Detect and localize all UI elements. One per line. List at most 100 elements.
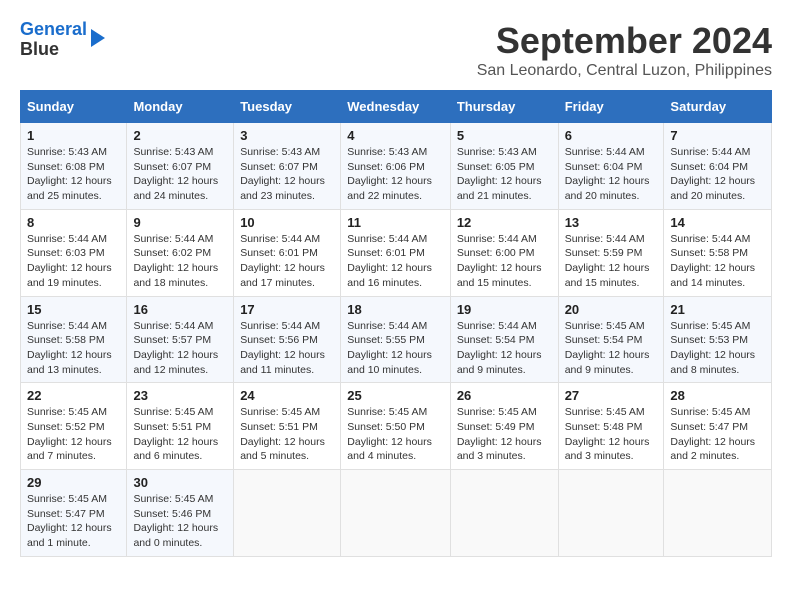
day-number: 14 — [670, 215, 765, 230]
calendar-day: 12 Sunrise: 5:44 AM Sunset: 6:00 PM Dayli… — [450, 209, 558, 296]
day-number: 20 — [565, 302, 658, 317]
logo-arrow-icon — [91, 29, 105, 47]
day-info: Sunrise: 5:44 AM Sunset: 6:04 PM Dayligh… — [565, 146, 650, 202]
day-number: 4 — [347, 128, 444, 143]
day-number: 18 — [347, 302, 444, 317]
calendar-day: 29 Sunrise: 5:45 AM Sunset: 5:47 PM Dayli… — [21, 470, 127, 557]
day-number: 1 — [27, 128, 120, 143]
page-header: GeneralBlue September 2024 San Leonardo,… — [20, 20, 772, 80]
header-sunday: Sunday — [21, 91, 127, 123]
calendar-day: 27 Sunrise: 5:45 AM Sunset: 5:48 PM Dayli… — [558, 383, 664, 470]
calendar-day: 5 Sunrise: 5:43 AM Sunset: 6:05 PM Daylig… — [450, 123, 558, 210]
day-info: Sunrise: 5:45 AM Sunset: 5:51 PM Dayligh… — [133, 406, 218, 462]
day-number: 16 — [133, 302, 227, 317]
day-info: Sunrise: 5:44 AM Sunset: 5:54 PM Dayligh… — [457, 320, 542, 376]
header-wednesday: Wednesday — [341, 91, 451, 123]
calendar-day: 28 Sunrise: 5:45 AM Sunset: 5:47 PM Dayli… — [664, 383, 772, 470]
day-info: Sunrise: 5:44 AM Sunset: 6:01 PM Dayligh… — [347, 233, 432, 289]
day-number: 2 — [133, 128, 227, 143]
day-number: 17 — [240, 302, 334, 317]
day-number: 13 — [565, 215, 658, 230]
calendar-day: 10 Sunrise: 5:44 AM Sunset: 6:01 PM Dayli… — [234, 209, 341, 296]
day-number: 12 — [457, 215, 552, 230]
day-info: Sunrise: 5:43 AM Sunset: 6:07 PM Dayligh… — [133, 146, 218, 202]
month-title: September 2024 — [477, 20, 772, 62]
day-number: 7 — [670, 128, 765, 143]
calendar-day: 17 Sunrise: 5:44 AM Sunset: 5:56 PM Dayli… — [234, 296, 341, 383]
day-info: Sunrise: 5:44 AM Sunset: 6:03 PM Dayligh… — [27, 233, 112, 289]
calendar-day: 26Sunrise: 5:45 AM Sunset: 5:49 PM Dayli… — [450, 383, 558, 470]
day-info: Sunrise: 5:44 AM Sunset: 5:58 PM Dayligh… — [27, 320, 112, 376]
calendar-day: 16 Sunrise: 5:44 AM Sunset: 5:57 PM Dayli… — [127, 296, 234, 383]
day-number: 9 — [133, 215, 227, 230]
day-info: Sunrise: 5:44 AM Sunset: 5:57 PM Dayligh… — [133, 320, 218, 376]
calendar-day: 21Sunrise: 5:45 AM Sunset: 5:53 PM Dayli… — [664, 296, 772, 383]
day-number: 23 — [133, 388, 227, 403]
day-info: Sunrise: 5:45 AM Sunset: 5:46 PM Dayligh… — [133, 493, 218, 549]
calendar-day: 9 Sunrise: 5:44 AM Sunset: 6:02 PM Daylig… — [127, 209, 234, 296]
calendar-day: 1Sunrise: 5:43 AM Sunset: 6:08 PM Daylig… — [21, 123, 127, 210]
calendar-day: 23 Sunrise: 5:45 AM Sunset: 5:51 PM Dayli… — [127, 383, 234, 470]
calendar-week-row: 8 Sunrise: 5:44 AM Sunset: 6:03 PM Daylig… — [21, 209, 772, 296]
calendar-day: 11 Sunrise: 5:44 AM Sunset: 6:01 PM Dayli… — [341, 209, 451, 296]
day-number: 22 — [27, 388, 120, 403]
header-thursday: Thursday — [450, 91, 558, 123]
day-number: 25 — [347, 388, 444, 403]
calendar-empty — [664, 470, 772, 557]
day-info: Sunrise: 5:45 AM Sunset: 5:51 PM Dayligh… — [240, 406, 325, 462]
day-info: Sunrise: 5:44 AM Sunset: 5:59 PM Dayligh… — [565, 233, 650, 289]
calendar-day: 3 Sunrise: 5:43 AM Sunset: 6:07 PM Daylig… — [234, 123, 341, 210]
day-info: Sunrise: 5:45 AM Sunset: 5:49 PM Dayligh… — [457, 406, 542, 462]
day-info: Sunrise: 5:44 AM Sunset: 6:01 PM Dayligh… — [240, 233, 325, 289]
day-info: Sunrise: 5:45 AM Sunset: 5:50 PM Dayligh… — [347, 406, 432, 462]
day-info: Sunrise: 5:43 AM Sunset: 6:05 PM Dayligh… — [457, 146, 542, 202]
day-info: Sunrise: 5:44 AM Sunset: 6:00 PM Dayligh… — [457, 233, 542, 289]
title-block: September 2024 San Leonardo, Central Luz… — [477, 20, 772, 80]
calendar-day: 13 Sunrise: 5:44 AM Sunset: 5:59 PM Dayli… — [558, 209, 664, 296]
header-tuesday: Tuesday — [234, 91, 341, 123]
day-number: 24 — [240, 388, 334, 403]
logo: GeneralBlue — [20, 20, 105, 60]
day-info: Sunrise: 5:45 AM Sunset: 5:47 PM Dayligh… — [27, 493, 112, 549]
day-number: 29 — [27, 475, 120, 490]
day-info: Sunrise: 5:45 AM Sunset: 5:47 PM Dayligh… — [670, 406, 755, 462]
calendar-day: 20 Sunrise: 5:45 AM Sunset: 5:54 PM Dayli… — [558, 296, 664, 383]
calendar-day: 18 Sunrise: 5:44 AM Sunset: 5:55 PM Dayli… — [341, 296, 451, 383]
header-friday: Friday — [558, 91, 664, 123]
calendar-day: 7Sunrise: 5:44 AM Sunset: 6:04 PM Daylig… — [664, 123, 772, 210]
calendar-empty — [341, 470, 451, 557]
calendar-day: 6Sunrise: 5:44 AM Sunset: 6:04 PM Daylig… — [558, 123, 664, 210]
calendar-day: 2 Sunrise: 5:43 AM Sunset: 6:07 PM Daylig… — [127, 123, 234, 210]
day-number: 3 — [240, 128, 334, 143]
day-info: Sunrise: 5:43 AM Sunset: 6:06 PM Dayligh… — [347, 146, 432, 202]
calendar-day: 25 Sunrise: 5:45 AM Sunset: 5:50 PM Dayli… — [341, 383, 451, 470]
day-number: 28 — [670, 388, 765, 403]
day-number: 8 — [27, 215, 120, 230]
day-number: 5 — [457, 128, 552, 143]
calendar-day: 14 Sunrise: 5:44 AM Sunset: 5:58 PM Dayli… — [664, 209, 772, 296]
day-info: Sunrise: 5:45 AM Sunset: 5:48 PM Dayligh… — [565, 406, 650, 462]
day-info: Sunrise: 5:44 AM Sunset: 6:02 PM Dayligh… — [133, 233, 218, 289]
calendar-empty — [558, 470, 664, 557]
calendar-day: 30 Sunrise: 5:45 AM Sunset: 5:46 PM Dayli… — [127, 470, 234, 557]
calendar-empty — [450, 470, 558, 557]
calendar-week-row: 15Sunrise: 5:44 AM Sunset: 5:58 PM Dayli… — [21, 296, 772, 383]
day-info: Sunrise: 5:44 AM Sunset: 5:58 PM Dayligh… — [670, 233, 755, 289]
day-info: Sunrise: 5:45 AM Sunset: 5:52 PM Dayligh… — [27, 406, 112, 462]
day-number: 30 — [133, 475, 227, 490]
calendar-day: 15Sunrise: 5:44 AM Sunset: 5:58 PM Dayli… — [21, 296, 127, 383]
day-number: 10 — [240, 215, 334, 230]
header-saturday: Saturday — [664, 91, 772, 123]
calendar-header-row: SundayMondayTuesdayWednesdayThursdayFrid… — [21, 91, 772, 123]
calendar-week-row: 1Sunrise: 5:43 AM Sunset: 6:08 PM Daylig… — [21, 123, 772, 210]
day-info: Sunrise: 5:44 AM Sunset: 5:55 PM Dayligh… — [347, 320, 432, 376]
day-number: 21 — [670, 302, 765, 317]
calendar-week-row: 22 Sunrise: 5:45 AM Sunset: 5:52 PM Dayli… — [21, 383, 772, 470]
calendar-day: 8 Sunrise: 5:44 AM Sunset: 6:03 PM Daylig… — [21, 209, 127, 296]
day-number: 27 — [565, 388, 658, 403]
day-number: 11 — [347, 215, 444, 230]
day-info: Sunrise: 5:45 AM Sunset: 5:54 PM Dayligh… — [565, 320, 650, 376]
calendar-empty — [234, 470, 341, 557]
day-info: Sunrise: 5:44 AM Sunset: 5:56 PM Dayligh… — [240, 320, 325, 376]
day-info: Sunrise: 5:43 AM Sunset: 6:07 PM Dayligh… — [240, 146, 325, 202]
